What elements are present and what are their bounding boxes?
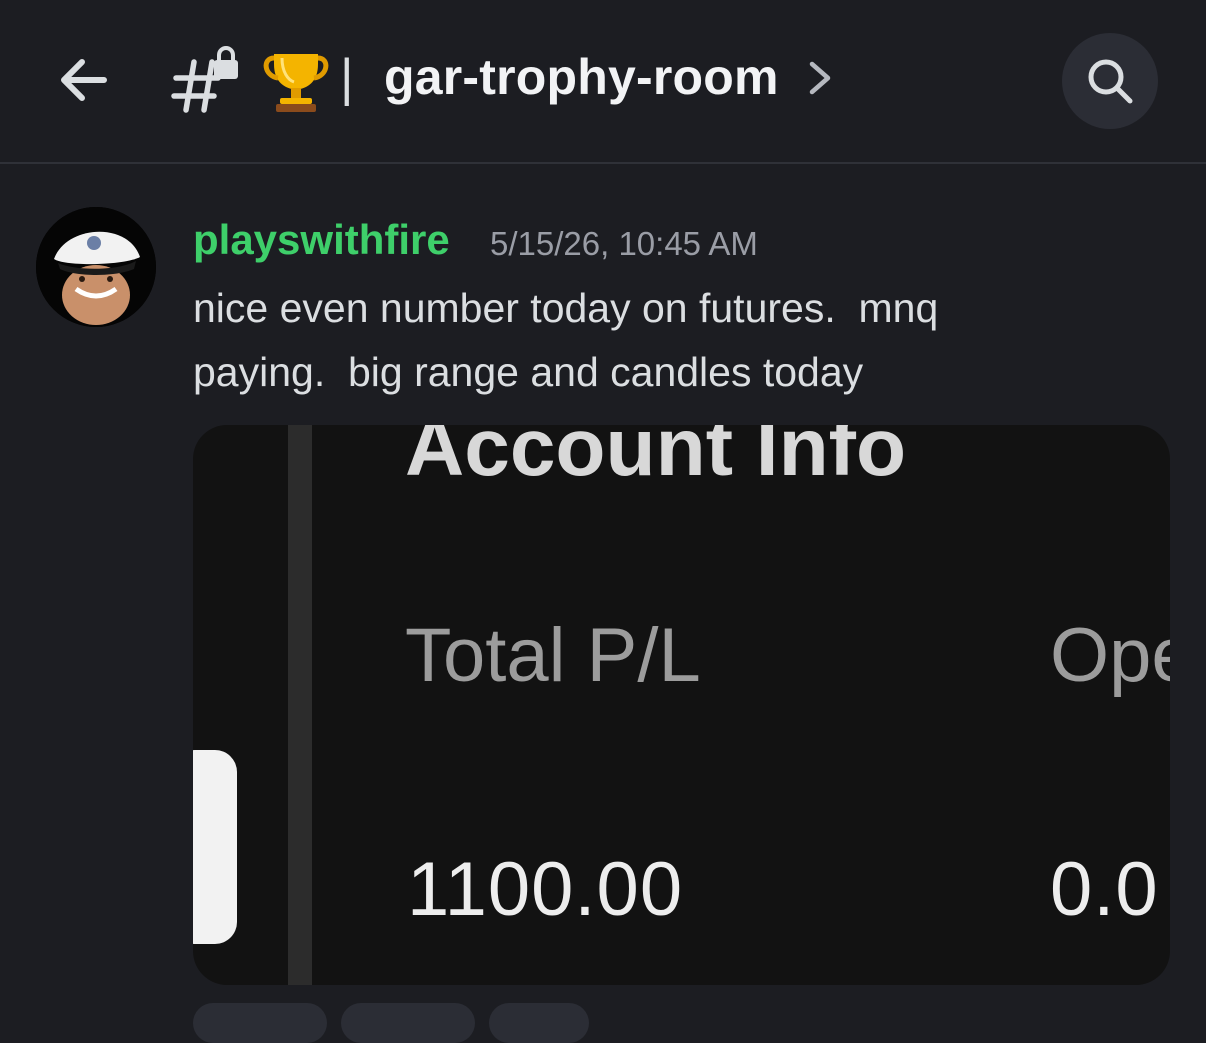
reaction-pill[interactable] bbox=[193, 1003, 327, 1043]
back-button[interactable] bbox=[48, 44, 120, 116]
attachment-side-tab bbox=[193, 750, 237, 944]
attachment-value-open: 0.0 bbox=[1050, 847, 1159, 932]
attachment-value-total-pl: 1100.00 bbox=[407, 847, 684, 932]
search-icon bbox=[1088, 59, 1133, 104]
attachment-title: Account Info bbox=[405, 425, 907, 493]
message-username[interactable]: playswithfire bbox=[193, 212, 450, 268]
hash-lock-icon bbox=[171, 46, 238, 113]
attachment-label-open: Ope bbox=[1050, 613, 1170, 698]
message-text: nice even number today on futures. mnq p… bbox=[193, 285, 939, 395]
channel-title[interactable]: gar-trophy-room bbox=[384, 40, 779, 114]
attachment-divider bbox=[288, 425, 312, 985]
attachment-label-total-pl: Total P/L bbox=[405, 613, 701, 698]
search-button[interactable] bbox=[1062, 33, 1158, 129]
reaction-pill[interactable] bbox=[341, 1003, 475, 1043]
image-attachment[interactable]: Account Info Total P/L Ope 1100.00 0.0 bbox=[193, 425, 1170, 985]
reaction-bar bbox=[193, 1003, 589, 1043]
trophy-icon bbox=[263, 54, 329, 112]
channel-header: | gar-trophy-room bbox=[0, 0, 1206, 164]
reaction-pill[interactable] bbox=[489, 1003, 589, 1043]
avatar[interactable] bbox=[36, 207, 156, 327]
header-separator: | bbox=[340, 49, 354, 107]
arrow-left-icon bbox=[61, 59, 107, 101]
message-timestamp: 5/15/26, 10:45 AM bbox=[490, 225, 758, 262]
chevron-right-icon[interactable] bbox=[802, 56, 838, 100]
